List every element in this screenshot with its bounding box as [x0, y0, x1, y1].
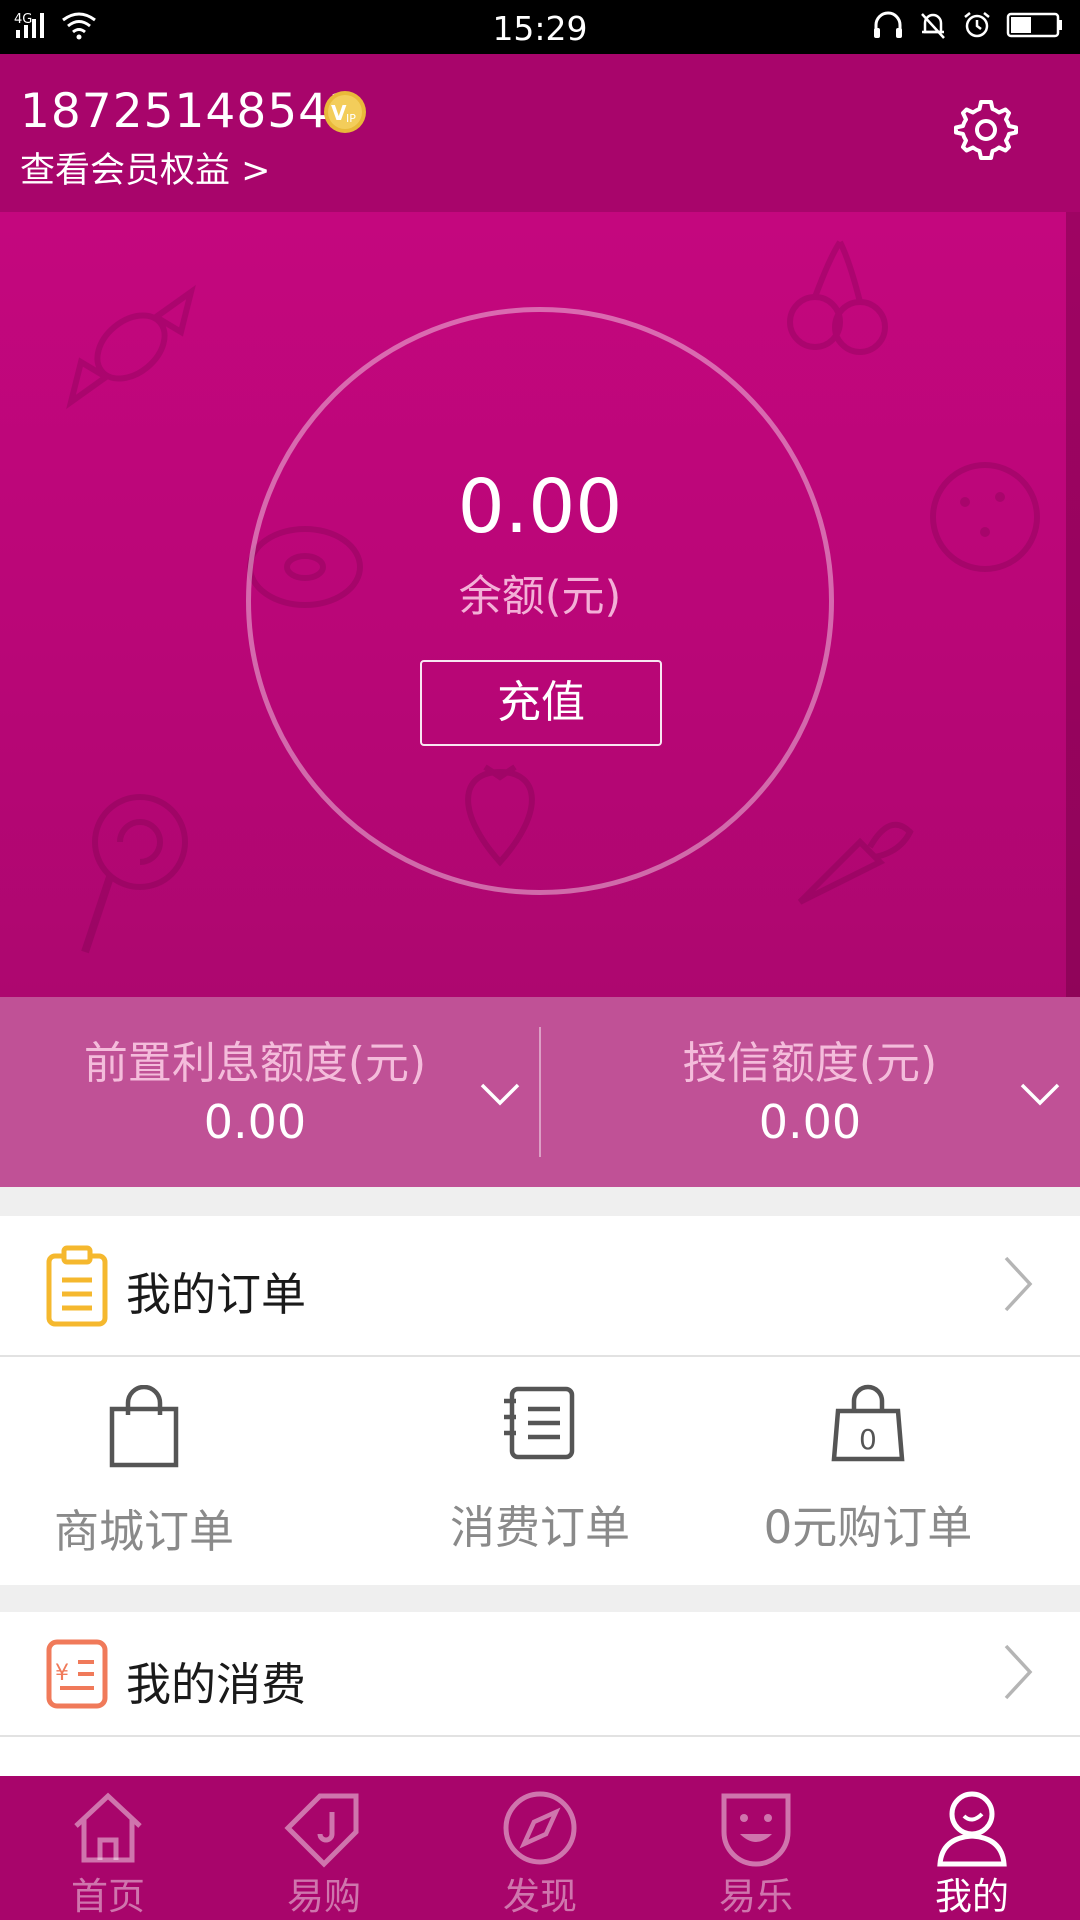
- chevron-right-icon: [1004, 1256, 1033, 1312]
- zero-yuan-orders[interactable]: 0 0元购订单: [688, 1357, 1048, 1585]
- tab-discover-label: 发现: [503, 1875, 577, 1918]
- notebook-icon: [504, 1386, 575, 1460]
- section-gap: [0, 1585, 1080, 1612]
- user-phone-number: 18725148542: [20, 84, 360, 139]
- bell-muted-icon: [921, 13, 945, 39]
- balance-label: 余额(元): [458, 572, 622, 622]
- tab-home[interactable]: 首页: [0, 1776, 216, 1920]
- credit-limits-band: 前置利息额度(元) 0.00 授信额度(元) 0.00: [0, 997, 1080, 1187]
- divider: [0, 1735, 1080, 1737]
- alarm-icon: [964, 12, 990, 38]
- cherry-decoration-icon: [787, 240, 888, 355]
- recharge-button[interactable]: 充值: [420, 660, 662, 746]
- my-orders-label: 我的订单: [126, 1268, 307, 1321]
- profile-header: 18725148542 V IP 查看会员权益 >: [0, 54, 1080, 212]
- status-bar: 4G 15:29: [0, 0, 1080, 54]
- tab-yile-label: 易乐: [719, 1875, 793, 1918]
- member-benefits-link[interactable]: 查看会员权益 >: [20, 142, 270, 193]
- zero-bag-icon: 0: [831, 1384, 905, 1462]
- scroll-indicator: [1066, 212, 1080, 997]
- my-consumption-label: 我的消费: [126, 1658, 307, 1711]
- clipboard-icon: [46, 1245, 108, 1327]
- consumption-orders[interactable]: 消费订单: [360, 1357, 720, 1585]
- svg-text:0: 0: [859, 1423, 877, 1456]
- bottom-tab-bar: 首页 易购 发现 易乐 我的: [0, 1776, 1080, 1920]
- order-types: 商城订单 消费订单 0 0元购订单: [0, 1357, 1080, 1585]
- credit-limit-label: 授信额度(元): [682, 1038, 938, 1089]
- balance-panel: 0.00 余额(元) 充值: [0, 212, 1080, 997]
- home-icon: [74, 1792, 142, 1863]
- vip-badge-icon: V IP: [324, 91, 366, 133]
- credit-limit-value: 0.00: [758, 1095, 862, 1149]
- settings-gear-icon[interactable]: [954, 96, 1018, 160]
- svg-text:IP: IP: [346, 112, 356, 125]
- battery-icon: [1006, 12, 1062, 38]
- my-orders-row[interactable]: 我的订单: [0, 1216, 1080, 1356]
- prepaid-interest-limit[interactable]: 前置利息额度(元) 0.00: [0, 997, 540, 1187]
- user-icon: [937, 1791, 1007, 1867]
- mall-orders[interactable]: 商城订单: [0, 1357, 324, 1585]
- smile-icon: [721, 1793, 791, 1867]
- compass-icon: [503, 1791, 577, 1865]
- candy-decoration-icon: [66, 284, 196, 410]
- chevron-right-icon: [1004, 1644, 1033, 1700]
- tag-icon: [284, 1793, 359, 1868]
- consumption-orders-label: 消费订单: [449, 1501, 630, 1554]
- tab-home-label: 首页: [71, 1875, 145, 1918]
- tab-yigou-label: 易购: [287, 1875, 361, 1918]
- credit-limit[interactable]: 授信额度(元) 0.00: [540, 997, 1080, 1187]
- tab-yigou[interactable]: 易购: [216, 1776, 432, 1920]
- svg-text:¥: ¥: [55, 1661, 69, 1686]
- zero-yuan-orders-label: 0元购订单: [763, 1501, 973, 1554]
- svg-text:V: V: [331, 101, 347, 125]
- shopping-bag-icon: [109, 1385, 179, 1468]
- tab-yile[interactable]: 易乐: [648, 1776, 864, 1920]
- carrot-decoration-icon: [797, 821, 914, 905]
- prepaid-interest-label: 前置利息额度(元): [83, 1038, 427, 1089]
- headphones-icon: [874, 11, 902, 38]
- section-gap: [0, 1187, 1080, 1216]
- receipt-yuan-icon: ¥: [46, 1639, 108, 1709]
- chevron-down-icon[interactable]: [1018, 1079, 1062, 1109]
- status-icons: [872, 10, 1064, 40]
- mall-orders-label: 商城订单: [53, 1505, 234, 1558]
- my-consumption-row[interactable]: ¥ 我的消费: [0, 1612, 1080, 1736]
- tab-mine[interactable]: 我的: [864, 1776, 1080, 1920]
- prepaid-interest-value: 0.00: [203, 1095, 307, 1149]
- tab-discover[interactable]: 发现: [432, 1776, 648, 1920]
- lollipop-decoration-icon: [81, 794, 188, 954]
- tab-mine-label: 我的: [935, 1875, 1009, 1918]
- balance-amount: 0.00: [457, 464, 623, 550]
- chevron-down-icon[interactable]: [478, 1079, 522, 1109]
